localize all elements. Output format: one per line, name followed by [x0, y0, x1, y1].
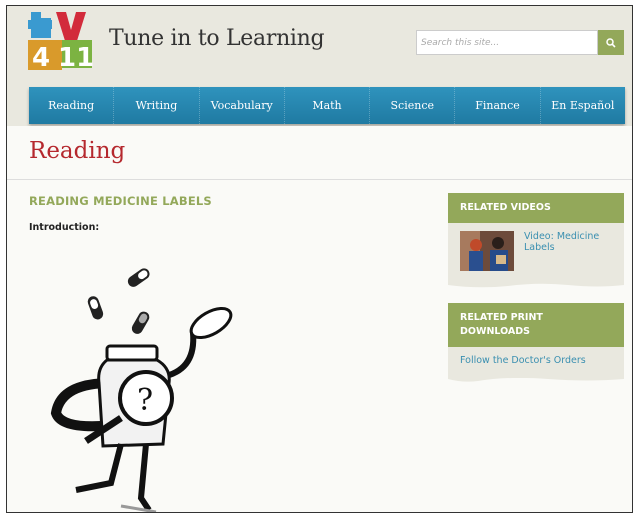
svg-text:?: ?: [137, 383, 153, 418]
search-form: [416, 30, 624, 55]
search-input[interactable]: [416, 30, 598, 55]
page-header: Reading: [7, 126, 632, 180]
related-downloads-box: RELATED PRINT DOWNLOADS Follow the Docto…: [448, 303, 624, 382]
nav-item-vocabulary[interactable]: Vocabulary: [200, 87, 285, 124]
tv411-logo[interactable]: 4 11: [28, 10, 98, 72]
related-videos-box: RELATED VIDEOS Video: Medicine Labels: [448, 193, 624, 288]
related-videos-heading: RELATED VIDEOS: [448, 193, 624, 223]
site-title: Tune in to Learning: [109, 26, 325, 51]
article-title: READING MEDICINE LABELS: [29, 194, 212, 208]
nav-item-writing[interactable]: Writing: [114, 87, 200, 124]
nav-item-finance[interactable]: Finance: [455, 87, 541, 124]
main-content: READING MEDICINE LABELS Introduction:: [29, 194, 429, 233]
site-header: 4 11 Tune in to Learning Reading Writing…: [7, 6, 632, 126]
nav-item-reading[interactable]: Reading: [29, 87, 115, 124]
main-nav: Reading Writing Vocabulary Math Science …: [29, 87, 625, 124]
video-link-medicine-labels[interactable]: Video: Medicine Labels: [524, 231, 612, 253]
sidebar: RELATED VIDEOS Video: Medicine Labels RE…: [448, 193, 624, 398]
svg-text:4: 4: [32, 43, 50, 72]
nav-item-science[interactable]: Science: [370, 87, 456, 124]
page-title: Reading: [29, 138, 126, 164]
medicine-bottle-illustration: ?: [50, 268, 233, 512]
video-thumbnail[interactable]: [460, 231, 514, 271]
search-button[interactable]: [598, 30, 624, 55]
download-link-follow-doctors-orders[interactable]: Follow the Doctor's Orders: [460, 355, 586, 366]
related-downloads-heading: RELATED PRINT DOWNLOADS: [448, 303, 624, 347]
svg-text:11: 11: [58, 43, 94, 72]
nav-item-math[interactable]: Math: [285, 87, 371, 124]
intro-label: Introduction:: [29, 222, 100, 233]
torn-edge: [448, 376, 624, 382]
video-item[interactable]: Video: Medicine Labels: [460, 231, 612, 271]
torn-edge: [448, 281, 624, 288]
nav-item-en-espanol[interactable]: En Español: [541, 87, 625, 124]
search-icon: [606, 37, 616, 48]
browser-page: 4 11 Tune in to Learning Reading Writing…: [6, 5, 633, 513]
